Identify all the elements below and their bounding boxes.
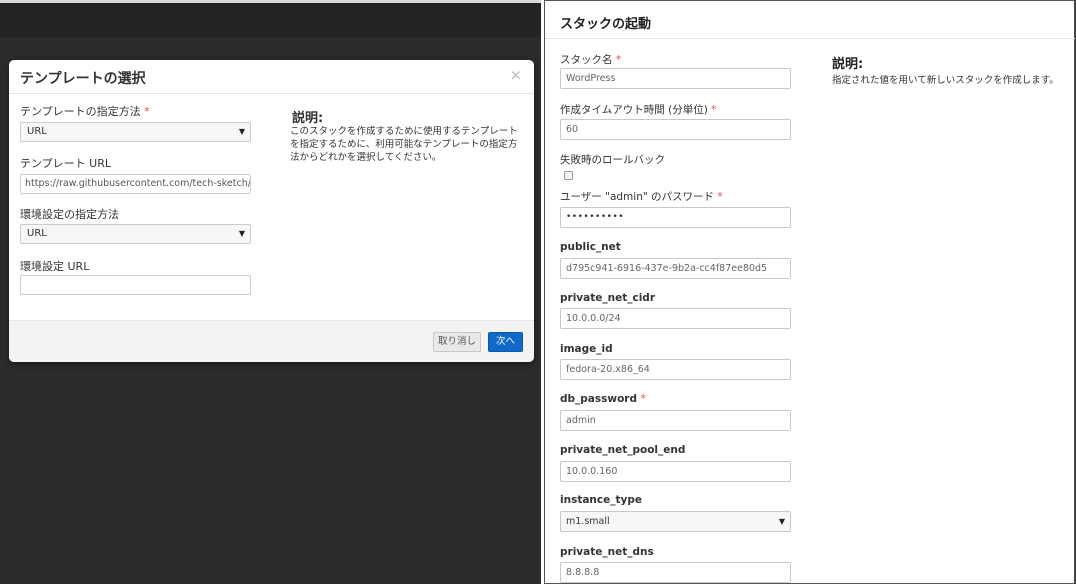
- left-screenshot-panel: テンプレートの選択 × テンプレートの指定方法 * URL ▼ テンプレート U…: [0, 0, 541, 584]
- public-net-label: public_net: [560, 241, 621, 253]
- timeout-label-text: 作成タイムアウト時間 (分単位): [560, 104, 708, 116]
- next-button[interactable]: 次へ: [488, 332, 523, 352]
- private-net-pool-end-label: private_net_pool_end: [560, 444, 686, 456]
- db-password-label-text: db_password: [560, 393, 637, 405]
- chevron-down-icon: ▼: [778, 517, 785, 526]
- image-id-label: image_id: [560, 343, 613, 355]
- template-source-select[interactable]: URL ▼: [20, 122, 251, 142]
- private-net-dns-label: private_net_dns: [560, 546, 654, 558]
- required-mark: *: [640, 393, 646, 405]
- env-url-input[interactable]: [20, 275, 251, 295]
- password-input[interactable]: ••••••••••: [560, 207, 791, 228]
- rollback-label: 失敗時のロールバック: [560, 154, 665, 166]
- template-select-modal: テンプレートの選択 × テンプレートの指定方法 * URL ▼ テンプレート U…: [9, 60, 534, 362]
- modal-footer: 取り消し 次へ: [9, 320, 534, 362]
- env-source-label: 環境設定の指定方法: [20, 208, 119, 221]
- template-source-label: テンプレートの指定方法 *: [20, 103, 150, 119]
- private-net-cidr-input[interactable]: 10.0.0.0/24: [560, 308, 791, 329]
- db-password-input[interactable]: admin: [560, 410, 791, 431]
- public-net-input[interactable]: d795c941-6916-437e-9b2a-cc4f87ee80d5: [560, 258, 791, 279]
- close-icon[interactable]: ×: [509, 66, 522, 84]
- env-source-select[interactable]: URL ▼: [20, 224, 251, 244]
- password-label: ユーザー "admin" のパスワード *: [560, 189, 723, 204]
- launch-description-text: 指定された値を用いて新しいスタックを作成します。: [832, 75, 1059, 86]
- instance-type-value: m1.small: [566, 516, 610, 527]
- timeout-input[interactable]: 60: [560, 119, 791, 140]
- instance-type-label: instance_type: [560, 494, 643, 506]
- instance-type-select[interactable]: m1.small ▼: [560, 511, 791, 532]
- chevron-down-icon: ▼: [238, 127, 245, 136]
- cancel-button[interactable]: 取り消し: [433, 332, 481, 352]
- launch-stack-panel: スタックの起動 スタック名 * WordPress 作成タイムアウト時間 (分単…: [544, 0, 1076, 584]
- rollback-checkbox[interactable]: [564, 171, 573, 180]
- image-id-input[interactable]: fedora-20.x86_64: [560, 359, 791, 380]
- description-text: このスタックを作成するために使用するテンプレートを指定するために、利用可能なテン…: [290, 126, 518, 163]
- timeout-label: 作成タイムアウト時間 (分単位) *: [560, 102, 716, 117]
- required-mark: *: [717, 191, 723, 203]
- private-net-dns-input[interactable]: 8.8.8.8: [560, 562, 791, 583]
- required-mark: *: [144, 105, 150, 118]
- stack-name-input[interactable]: WordPress: [560, 68, 791, 89]
- template-url-label: テンプレート URL: [20, 157, 111, 170]
- template-source-value: URL: [27, 126, 47, 137]
- required-mark: *: [711, 104, 717, 116]
- launch-stack-header: スタックの起動: [545, 1, 1075, 39]
- private-net-pool-end-input[interactable]: 10.0.0.160: [560, 461, 791, 482]
- stack-name-label-text: スタック名: [560, 54, 613, 66]
- stack-name-label: スタック名 *: [560, 52, 621, 67]
- template-url-input[interactable]: https://raw.githubusercontent.com/tech-s…: [20, 174, 251, 194]
- modal-header: テンプレートの選択 ×: [9, 60, 534, 94]
- launch-stack-title: スタックの起動: [560, 17, 652, 32]
- env-source-value: URL: [27, 228, 47, 239]
- template-source-label-text: テンプレートの指定方法: [20, 105, 141, 118]
- top-navbar: [0, 0, 541, 37]
- modal-body: テンプレートの指定方法 * URL ▼ テンプレート URL https://r…: [9, 94, 534, 320]
- db-password-label: db_password *: [560, 393, 646, 405]
- chevron-down-icon: ▼: [238, 229, 245, 238]
- private-net-cidr-label: private_net_cidr: [560, 292, 655, 304]
- password-label-text: ユーザー "admin" のパスワード: [560, 191, 715, 203]
- launch-description-title: 説明:: [832, 57, 864, 72]
- modal-title: テンプレートの選択: [20, 71, 146, 87]
- env-url-label: 環境設定 URL: [20, 260, 90, 273]
- required-mark: *: [615, 54, 622, 66]
- description-title: 説明:: [292, 111, 324, 126]
